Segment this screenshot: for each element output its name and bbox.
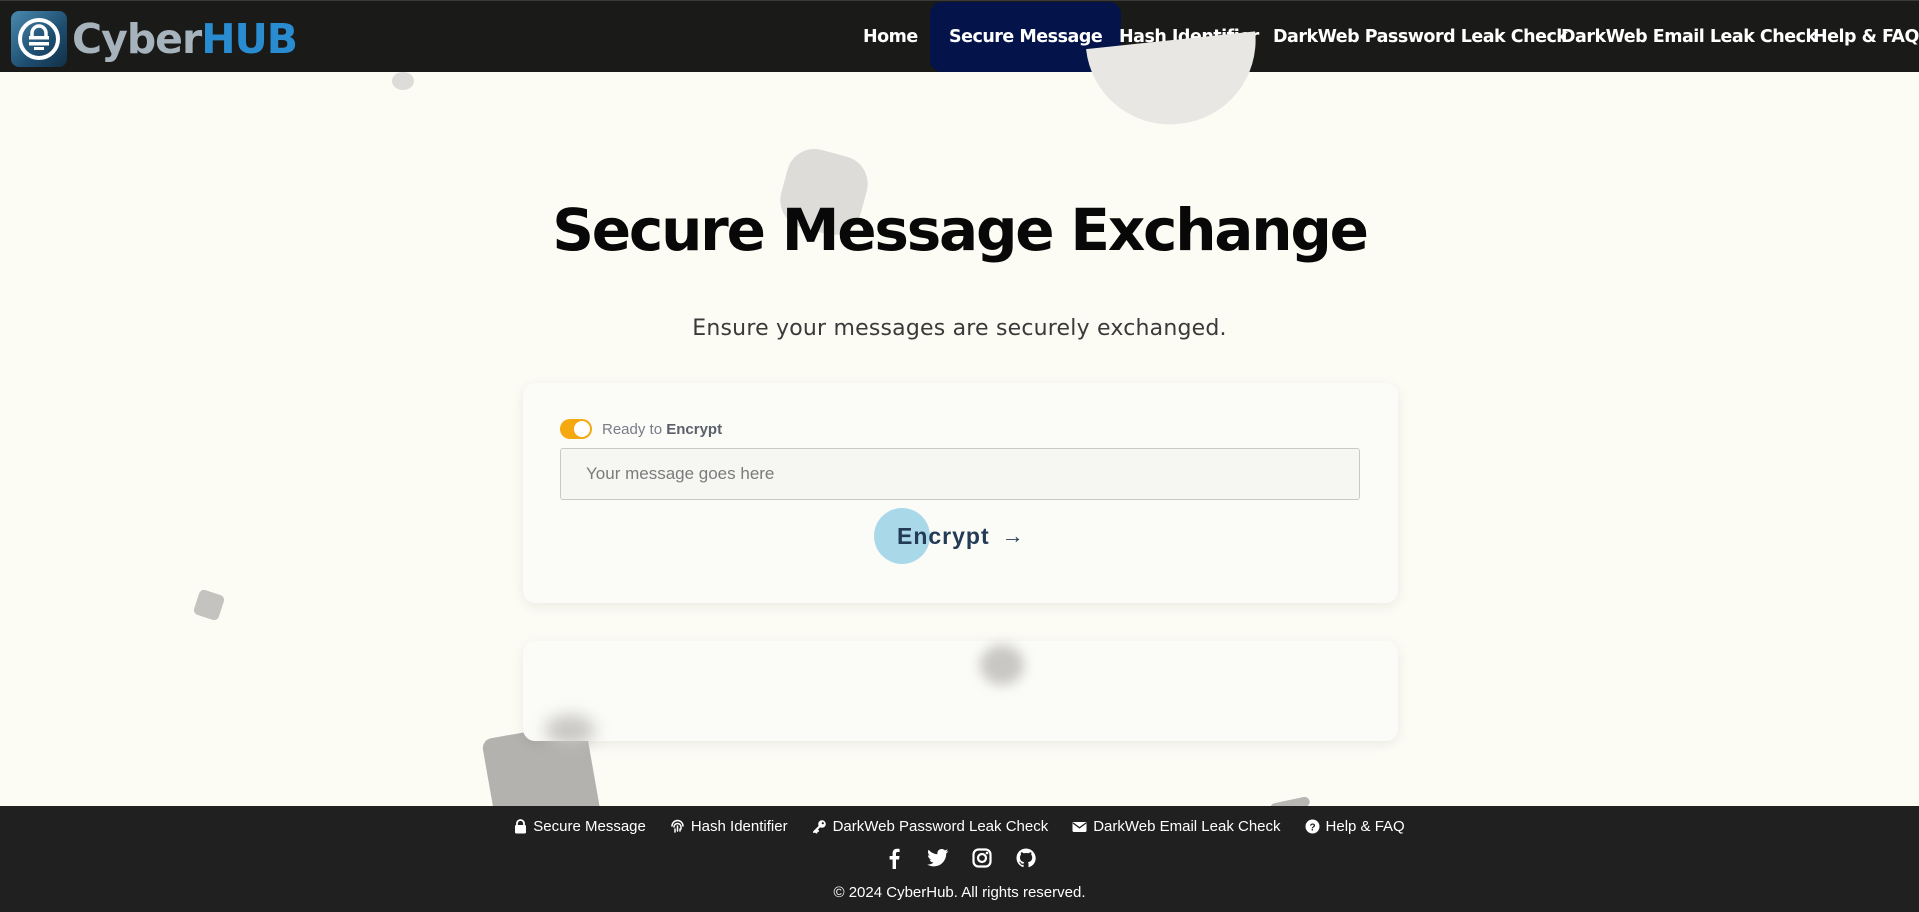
brand-logo[interactable]: CyberHUB: [11, 11, 298, 67]
encrypt-button[interactable]: Encrypt →: [874, 508, 1024, 564]
decorative-small-square: [192, 588, 226, 622]
lock-icon: [515, 819, 527, 834]
footer-link-label: DarkWeb Email Leak Check: [1093, 818, 1281, 835]
decorative-blurred-blob: [545, 715, 595, 745]
footer-link-label: Hash Identifier: [690, 818, 788, 835]
key-icon: [812, 820, 826, 834]
question-circle-icon: ?: [1305, 819, 1320, 834]
envelope-icon: [1072, 821, 1087, 832]
decorative-blurred-dot: [980, 645, 1024, 685]
page-subtitle: Ensure your messages are securely exchan…: [692, 316, 1227, 341]
nav-email-leak-check[interactable]: DarkWeb Email Leak Check: [1561, 2, 1817, 72]
encrypt-decrypt-toggle[interactable]: [560, 419, 592, 439]
svg-text:?: ?: [1309, 822, 1315, 833]
page-title: Secure Message Exchange: [552, 196, 1369, 264]
footer-link-help-faq[interactable]: ? Help & FAQ: [1305, 818, 1405, 835]
copyright-text: © 2024 CyberHub. All rights reserved.: [833, 884, 1086, 901]
toggle-label-mode: Encrypt: [666, 420, 723, 438]
toggle-label: Ready to Encrypt: [602, 421, 722, 438]
brand-name: CyberHUB: [72, 18, 298, 60]
top-navbar: CyberHUB Home Secure Message Hash Identi…: [0, 0, 1919, 72]
footer: Secure Message Hash Identifier DarkWeb P…: [0, 806, 1919, 912]
encrypt-form-card: Ready to Encrypt Encrypt →: [523, 383, 1398, 603]
footer-link-label: Secure Message: [533, 818, 646, 835]
footer-link-email-leak-check[interactable]: DarkWeb Email Leak Check: [1072, 818, 1281, 835]
result-card: [523, 641, 1398, 741]
encrypt-button-label: Encrypt: [897, 522, 990, 549]
social-links: [0, 847, 1919, 869]
footer-link-secure-message[interactable]: Secure Message: [514, 818, 646, 835]
footer-links: Secure Message Hash Identifier DarkWeb P…: [0, 818, 1919, 835]
brand-name-part1: Cyber: [72, 14, 202, 63]
nav-help-faq[interactable]: Help & FAQ: [1813, 2, 1919, 72]
footer-link-label: Help & FAQ: [1325, 818, 1405, 835]
decorative-blob: [1086, 31, 1264, 133]
footer-link-hash-identifier[interactable]: Hash Identifier: [670, 818, 788, 835]
arrow-right-icon: →: [1001, 523, 1024, 548]
decorative-dot: [392, 72, 414, 90]
nav-password-leak-check[interactable]: DarkWeb Password Leak Check: [1273, 2, 1568, 72]
message-input[interactable]: [560, 448, 1360, 500]
nav-home[interactable]: Home: [863, 2, 918, 72]
instagram-icon[interactable]: [971, 847, 993, 869]
twitter-icon[interactable]: [926, 847, 949, 869]
brand-name-part2: HUB: [201, 14, 298, 63]
mode-toggle-row: Ready to Encrypt: [560, 419, 722, 439]
facebook-icon[interactable]: [883, 847, 905, 869]
lock-shield-logo-icon: [11, 11, 67, 67]
toggle-label-prefix: Ready to: [602, 420, 663, 438]
footer-link-label: DarkWeb Password Leak Check: [832, 818, 1049, 835]
fingerprint-icon: [671, 819, 684, 833]
toggle-knob: [574, 421, 590, 437]
github-icon[interactable]: [1015, 847, 1037, 869]
footer-link-password-leak-check[interactable]: DarkWeb Password Leak Check: [812, 818, 1049, 835]
